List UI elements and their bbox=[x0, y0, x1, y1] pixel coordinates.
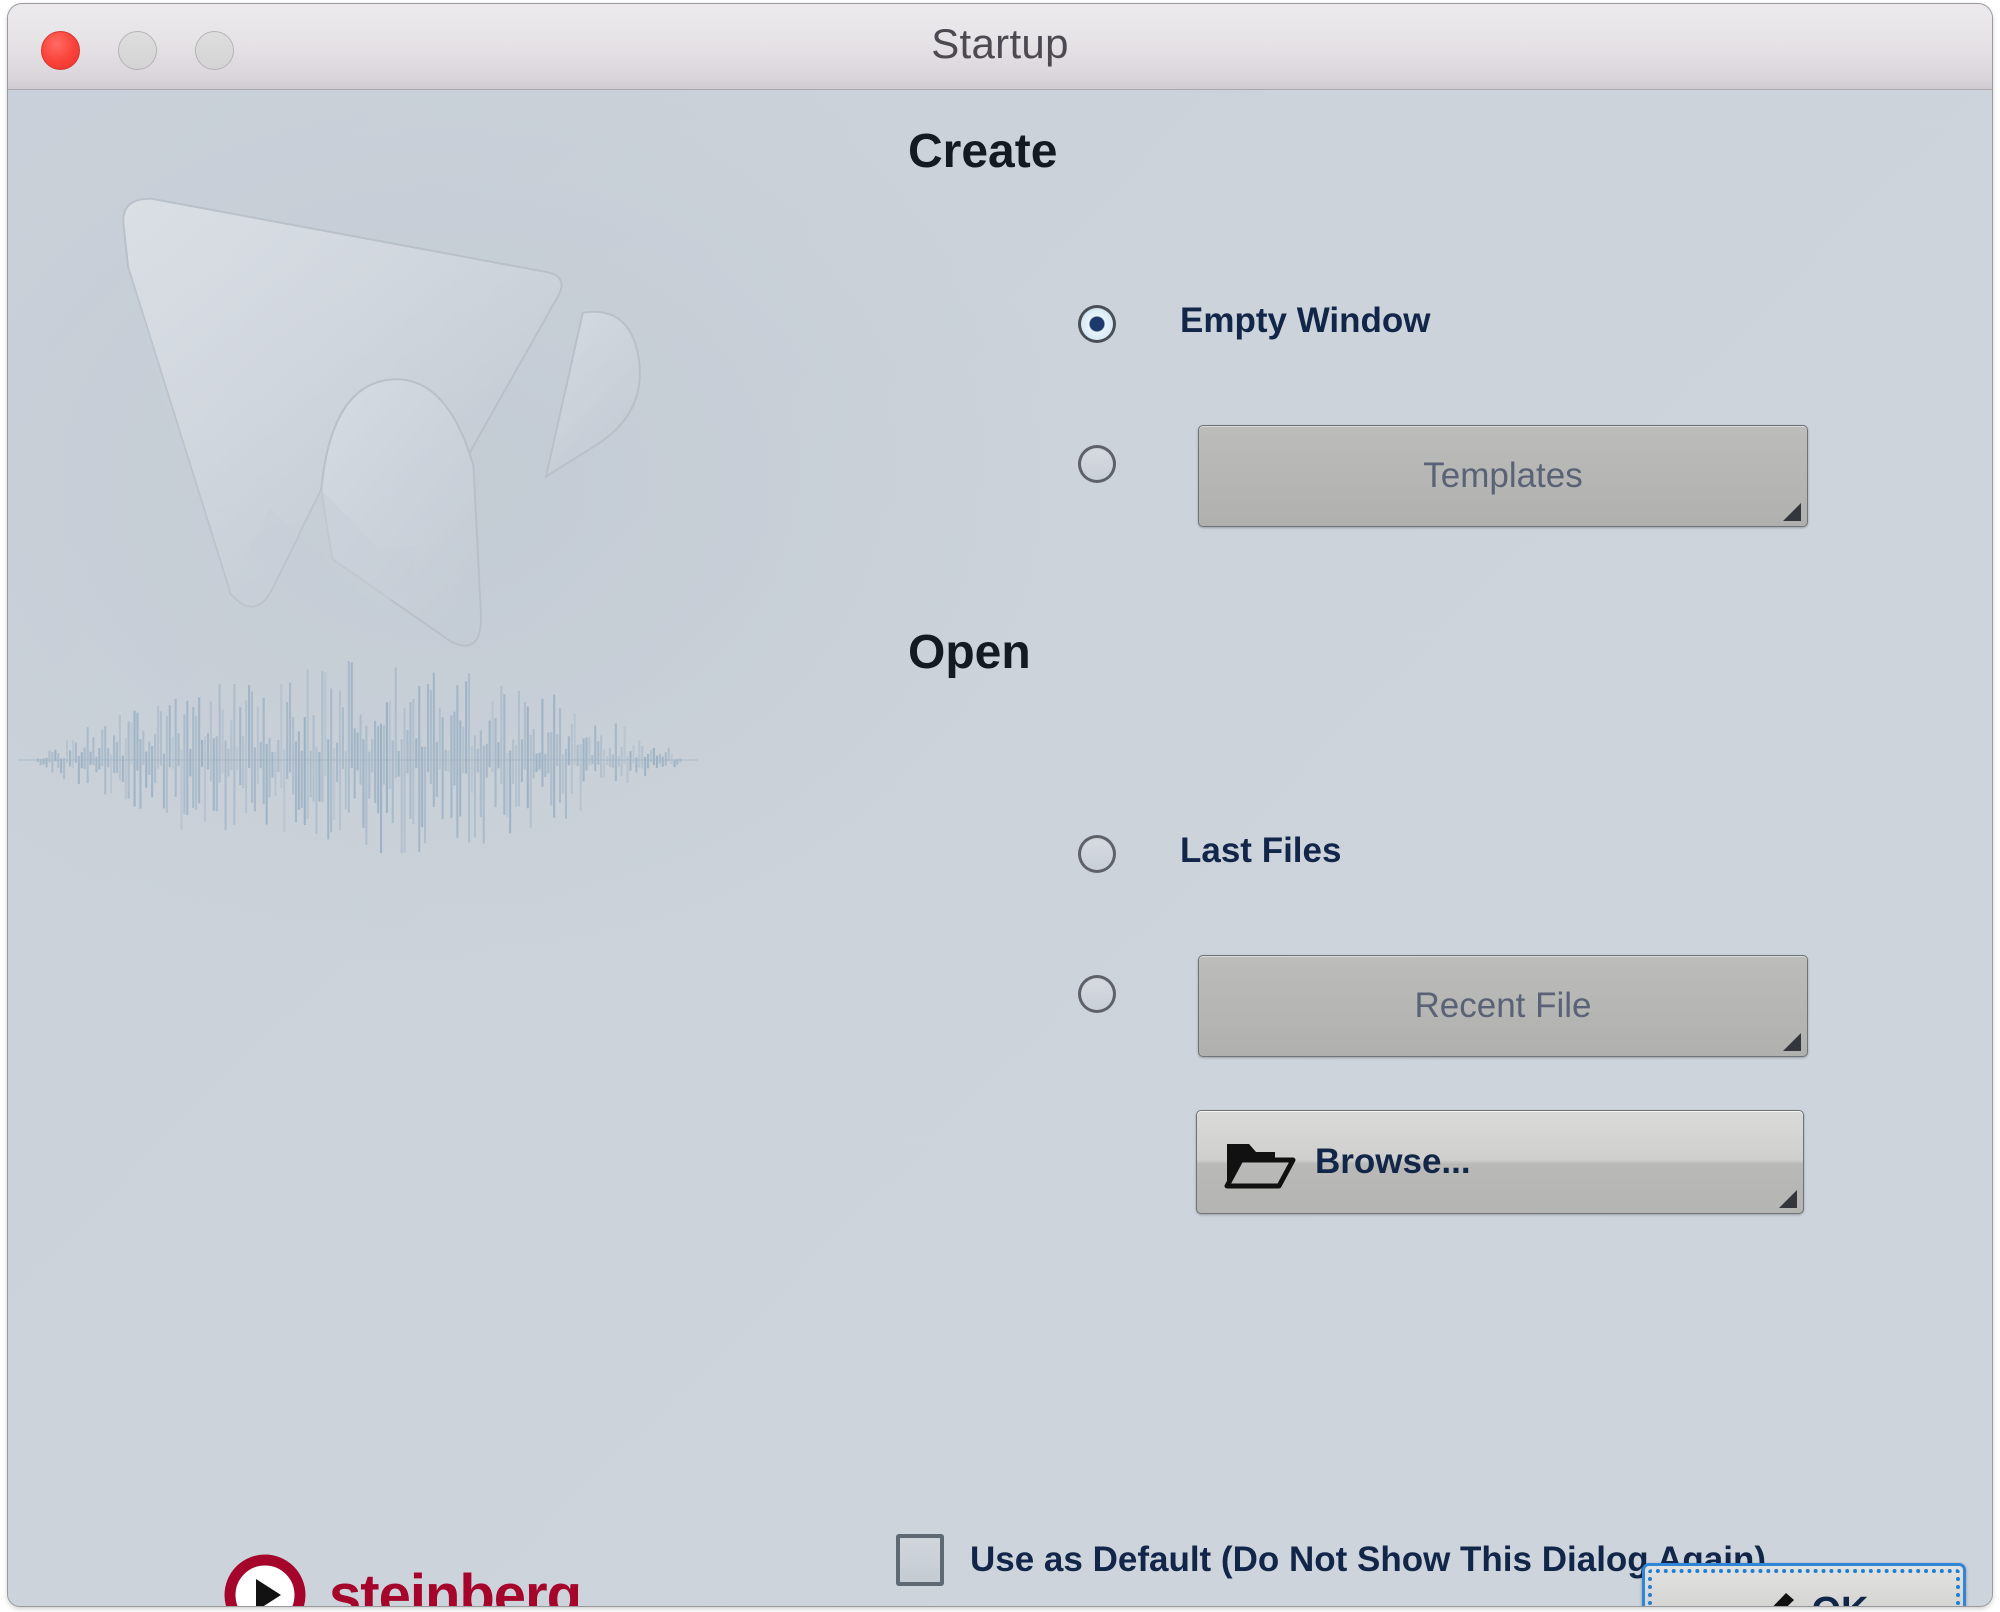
recent-file-button-label: Recent File bbox=[1414, 986, 1592, 1025]
startup-dialog-window: Startup Create Empty Window Templates Op… bbox=[8, 4, 1992, 1606]
label-empty-window: Empty Window bbox=[1180, 301, 1431, 340]
resize-corner-icon bbox=[1783, 503, 1801, 521]
resize-corner-icon bbox=[1783, 1033, 1801, 1051]
steinberg-play-circle-icon bbox=[224, 1554, 306, 1606]
option-row-empty-window[interactable]: Empty Window bbox=[888, 285, 1938, 385]
templates-dropdown-button[interactable]: Templates bbox=[1198, 425, 1808, 527]
browse-button[interactable]: Browse... bbox=[1196, 1110, 1804, 1214]
resize-corner-icon bbox=[1779, 1190, 1797, 1208]
title-bar: Startup bbox=[8, 4, 1992, 90]
use-as-default-checkbox[interactable] bbox=[896, 1534, 944, 1586]
recent-file-dropdown-button[interactable]: Recent File bbox=[1198, 955, 1808, 1057]
option-row-recent-file[interactable]: Recent File bbox=[888, 955, 1938, 1057]
label-last-files: Last Files bbox=[1180, 831, 1342, 870]
wavelab-logo-artwork bbox=[122, 197, 641, 647]
browse-button-label: Browse... bbox=[1315, 1142, 1471, 1181]
ok-button-label: OK bbox=[1812, 1590, 1869, 1607]
option-row-last-files[interactable]: Last Files bbox=[888, 815, 1938, 915]
audio-waveform-artwork bbox=[18, 661, 698, 854]
radio-templates[interactable] bbox=[1078, 445, 1116, 483]
option-row-templates[interactable]: Templates bbox=[888, 425, 1938, 527]
steinberg-wordmark: steinberg bbox=[329, 1562, 582, 1607]
create-section-heading: Create bbox=[908, 125, 1058, 178]
use-as-default-row[interactable]: Use as Default (Do Not Show This Dialog … bbox=[896, 1530, 1766, 1590]
checkmark-icon bbox=[1749, 1593, 1794, 1606]
steinberg-logo: steinberg bbox=[223, 1550, 582, 1607]
folder-open-icon bbox=[1224, 1144, 1296, 1189]
dialog-content: Create Empty Window Templates Open Last … bbox=[8, 90, 1992, 1606]
radio-recent-file[interactable] bbox=[1078, 975, 1116, 1013]
radio-empty-window[interactable] bbox=[1078, 305, 1116, 343]
templates-button-label: Templates bbox=[1423, 456, 1583, 495]
options-panel: Create Empty Window Templates Open Last … bbox=[888, 90, 1938, 1606]
option-row-browse[interactable]: Browse... bbox=[888, 1110, 1938, 1214]
ok-button[interactable]: OK bbox=[1642, 1563, 1966, 1606]
open-section-heading: Open bbox=[908, 626, 1031, 679]
window-title: Startup bbox=[931, 20, 1069, 67]
radio-last-files[interactable] bbox=[1078, 835, 1116, 873]
